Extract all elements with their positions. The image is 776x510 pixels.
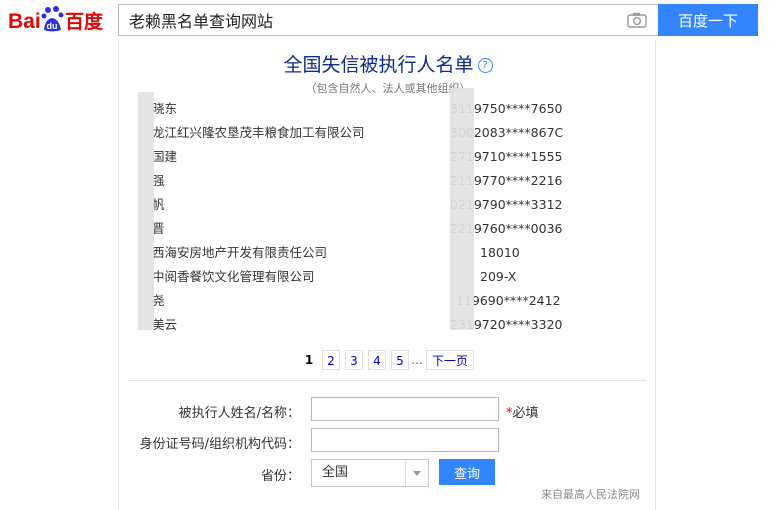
chevron-down-icon: [413, 471, 421, 476]
page-3-link[interactable]: 3: [345, 350, 363, 370]
query-button[interactable]: 查询: [439, 459, 495, 485]
person-name: 国建: [152, 149, 178, 164]
province-label: 省份：: [260, 469, 300, 484]
source-link[interactable]: 来自最高人民法院网: [541, 486, 640, 502]
pager-ellipsis: ...: [411, 353, 423, 367]
page-5-link[interactable]: 5: [391, 350, 409, 370]
paw-icon: du: [41, 6, 64, 32]
list-item: 晓东 3119750****7650: [138, 97, 598, 121]
person-name: 西海安房地产开发有限责任公司: [152, 245, 328, 260]
list-item: 尧 119690****2412: [138, 289, 598, 313]
baidu-logo[interactable]: Bai du 百度: [8, 6, 112, 34]
logo-text-left: Bai: [8, 10, 41, 33]
header-bar: Bai du 百度 百度一下: [0, 0, 776, 40]
logo-text-paw: du: [47, 21, 58, 31]
list-item: 晋 2219760****0036: [138, 217, 598, 241]
required-text: 必填: [512, 406, 539, 421]
card-title-text[interactable]: 全国失信被执行人名单: [283, 54, 473, 76]
list-item: 帆 0219790****3312: [138, 193, 598, 217]
card-title: 全国失信被执行人名单?: [0, 50, 776, 77]
list-item: 龙江红兴隆农垦茂丰粮食加工有限公司 3002083****867C: [138, 121, 598, 145]
person-name: 龙江红兴隆农垦茂丰粮食加工有限公司: [152, 125, 365, 140]
page-4-link[interactable]: 4: [368, 350, 386, 370]
id-input[interactable]: [311, 428, 499, 452]
divider: [128, 380, 646, 381]
dropdown-toggle[interactable]: [405, 460, 428, 486]
result-list: 晓东 3119750****7650 龙江红兴隆农垦茂丰粮食加工有限公司 30020…: [138, 97, 598, 337]
search-button[interactable]: 百度一下: [658, 4, 758, 36]
id-label: 身份证号码/组织机构代码：: [139, 437, 300, 452]
camera-icon[interactable]: [627, 12, 647, 28]
person-name: 中阅香餐饮文化管理有限公司: [152, 269, 315, 284]
name-label: 被执行人姓名/名称：: [178, 406, 300, 421]
person-name: 晓东: [152, 101, 178, 116]
province-value: 全国: [322, 465, 349, 480]
card-subtitle: （包含自然人、法人或其他组织）: [305, 82, 471, 95]
page-2-link[interactable]: 2: [322, 350, 340, 370]
list-item: 中阅香餐饮文化管理有限公司 209-X: [138, 265, 598, 289]
search-input[interactable]: [118, 4, 658, 36]
required-hint: *必填: [506, 402, 539, 421]
id-number: 18010: [480, 245, 520, 260]
id-number: 209-X: [480, 269, 517, 284]
province-select[interactable]: 全国: [311, 459, 429, 487]
next-page-link[interactable]: 下一页: [426, 350, 474, 370]
name-input[interactable]: [311, 397, 499, 421]
person-name: 美云: [152, 317, 178, 332]
privacy-mask-left: [138, 92, 154, 330]
list-item: 国建 2719710****1555: [138, 145, 598, 169]
help-icon[interactable]: ?: [477, 58, 493, 73]
list-item: 强 2119770****2216: [138, 169, 598, 193]
list-item: 西海安房地产开发有限责任公司 18010: [138, 241, 598, 265]
page-1-link[interactable]: 1: [302, 350, 316, 370]
logo-text-right: 百度: [65, 10, 104, 33]
privacy-mask-right: [450, 88, 474, 330]
list-item: 美云 2319720****3320: [138, 313, 598, 337]
